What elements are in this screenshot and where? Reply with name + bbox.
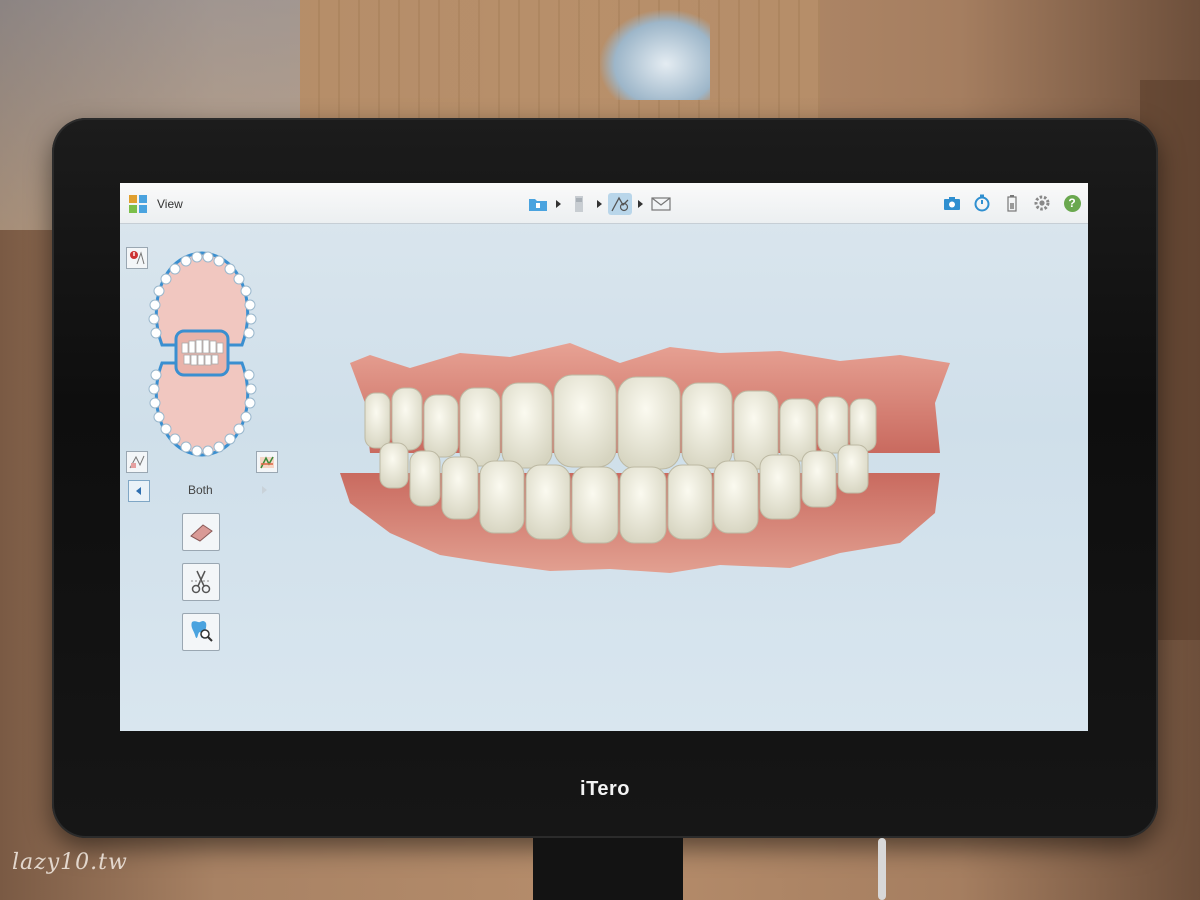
envelope-icon <box>651 197 671 211</box>
camera-icon <box>944 197 960 210</box>
battery-icon <box>1007 195 1017 212</box>
help-label: ? <box>1068 196 1076 210</box>
view-tool-icon <box>611 196 629 212</box>
step-arrow <box>597 200 602 208</box>
folder-icon <box>529 199 547 211</box>
settings-button[interactable] <box>1032 193 1052 213</box>
stopwatch-icon <box>974 194 990 212</box>
top-bar: View ? <box>120 183 1088 224</box>
jaw-selection-label: Both <box>188 483 213 497</box>
background-lamp <box>600 10 710 100</box>
eraser-icon <box>190 524 213 542</box>
help-icon: ? <box>1063 194 1081 212</box>
jaw-diagram[interactable] <box>142 245 262 463</box>
step-view[interactable] <box>608 193 632 215</box>
monitor-cable <box>878 838 886 900</box>
page-title: View <box>157 197 183 211</box>
eraser-tool-button[interactable] <box>182 513 220 551</box>
tooth-magnifier-icon <box>191 621 213 642</box>
battery-status <box>1002 193 1022 213</box>
sidebar: Both <box>120 223 280 731</box>
app-grid-icon[interactable] <box>129 195 147 213</box>
watermark: lazy10.tw <box>12 850 128 875</box>
next-jaw-button[interactable] <box>254 480 274 500</box>
both-arch-button[interactable] <box>256 451 278 473</box>
step-arrow <box>638 200 643 208</box>
lower-arch-button[interactable] <box>126 451 148 473</box>
chevron-right-icon <box>262 486 267 494</box>
both-arch-icon <box>260 456 274 469</box>
step-scan[interactable] <box>567 193 591 215</box>
step-arrow <box>556 200 561 208</box>
workflow-steps <box>526 192 673 216</box>
chevron-left-icon <box>136 487 141 495</box>
right-toolbar: ? <box>942 193 1082 213</box>
screen: View ? Both <box>120 183 1088 731</box>
scanner-icon <box>575 196 583 212</box>
lower-arch-icon <box>129 455 145 469</box>
previous-jaw-button[interactable] <box>128 480 150 502</box>
step-send[interactable] <box>649 193 673 215</box>
tooth-inspect-button[interactable] <box>182 613 220 651</box>
gear-icon <box>1034 195 1050 211</box>
scissors-icon <box>191 570 211 594</box>
step-patient[interactable] <box>526 193 550 215</box>
brand-logo: iTero <box>580 778 630 800</box>
trim-tool-button[interactable] <box>182 563 220 601</box>
monitor-stand <box>533 838 683 900</box>
help-button[interactable]: ? <box>1062 193 1082 213</box>
timer-button[interactable] <box>972 193 992 213</box>
dental-3d-model[interactable] <box>340 333 960 613</box>
camera-button[interactable] <box>942 193 962 213</box>
